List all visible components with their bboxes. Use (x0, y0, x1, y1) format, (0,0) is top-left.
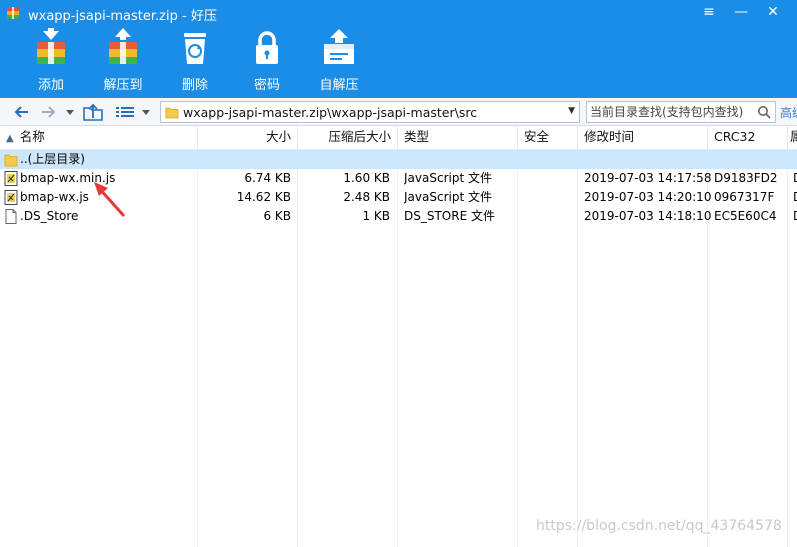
address-bar: wxapp-jsapi-master.zip\wxapp-jsapi-maste… (0, 98, 797, 126)
search-input[interactable] (590, 104, 752, 120)
file-modified: 2019-07-03 14:17:58 (584, 171, 712, 185)
file-type: JavaScript 文件 (404, 171, 492, 185)
self-extract-button[interactable]: 自解压 (304, 28, 374, 94)
password-button[interactable]: 密码 (232, 28, 302, 94)
file-crc32: D9183FD2 (714, 171, 778, 185)
folder-icon (165, 107, 179, 119)
file-crc32: EC5E60C4 (714, 209, 777, 223)
path-dropdown-icon[interactable]: ▼ (568, 106, 575, 116)
ribbon: wxapp-jsapi-master.zip - 好压 ≡ — ✕ 添加 解压到 (0, 0, 797, 98)
file-attributes: D (793, 188, 797, 207)
file-modified: 2019-07-03 14:20:10 (584, 190, 712, 204)
file-crc32: 0967317F (714, 190, 775, 204)
column-header-modified[interactable]: 修改时间 (578, 126, 708, 150)
column-header-size[interactable]: 大小 (198, 126, 298, 150)
minimize-button[interactable]: — (728, 2, 754, 22)
js-file-icon (4, 171, 18, 186)
file-list-header: ▲ 名称 大小 压缩后大小 类型 安全 修改时间 CRC32 属 (0, 126, 797, 150)
add-label: 添加 (37, 78, 64, 93)
menu-button[interactable]: ≡ (696, 2, 722, 22)
annotation-arrow-icon (94, 182, 126, 218)
file-name: bmap-wx.js (20, 190, 89, 204)
file-size: 6.74 KB (244, 171, 291, 185)
self-extract-icon (324, 29, 354, 64)
column-header-compressed[interactable]: 压缩后大小 (298, 126, 398, 150)
sort-ascending-icon: ▲ (6, 133, 14, 144)
haozip-app-icon (7, 7, 19, 19)
advanced-search-link[interactable]: 高级 (780, 104, 797, 121)
lock-icon (256, 31, 278, 64)
file-compressed-size: 1.60 KB (343, 171, 390, 185)
file-modified: 2019-07-03 14:18:10 (584, 209, 712, 223)
column-header-attributes[interactable]: 属 (788, 126, 797, 150)
table-row-parent-dir[interactable]: ..(上层目录) (0, 150, 797, 169)
file-name: .DS_Store (20, 209, 79, 223)
window-title: wxapp-jsapi-master.zip - 好压 (28, 9, 217, 24)
js-file-icon (4, 190, 18, 205)
close-button[interactable]: ✕ (760, 2, 786, 22)
file-attributes: D (793, 207, 797, 226)
file-name: ..(上层目录) (20, 152, 85, 166)
view-dropdown-icon[interactable] (140, 102, 152, 122)
view-list-icon[interactable] (114, 102, 136, 122)
up-folder-icon[interactable] (82, 102, 104, 122)
extract-button[interactable]: 解压到 (88, 28, 158, 94)
self-extract-label: 自解压 (319, 78, 359, 93)
file-attributes: D (793, 169, 797, 188)
history-dropdown-icon[interactable] (64, 102, 76, 122)
delete-label: 删除 (181, 78, 208, 93)
add-button[interactable]: 添加 (16, 28, 86, 94)
file-compressed-size: 2.48 KB (343, 190, 390, 204)
watermark: https://blog.csdn.net/qq_43764578 (536, 518, 782, 534)
file-size: 14.62 KB (236, 190, 291, 204)
file-type: JavaScript 文件 (404, 190, 492, 204)
search-icon[interactable] (757, 105, 771, 119)
file-icon (5, 209, 17, 224)
folder-icon (4, 154, 18, 167)
back-arrow-icon[interactable] (12, 102, 32, 122)
file-type: DS_STORE 文件 (404, 209, 495, 223)
path-text: wxapp-jsapi-master.zip\wxapp-jsapi-maste… (183, 105, 478, 120)
file-compressed-size: 1 KB (362, 209, 390, 223)
recycle-bin-icon (184, 33, 206, 64)
column-header-security[interactable]: 安全 (518, 126, 578, 150)
path-field[interactable]: wxapp-jsapi-master.zip\wxapp-jsapi-maste… (160, 101, 580, 123)
forward-arrow-icon[interactable] (38, 102, 58, 122)
password-label: 密码 (253, 78, 280, 93)
add-archive-icon (37, 28, 65, 64)
column-header-name[interactable]: ▲ 名称 (0, 126, 198, 150)
column-header-type[interactable]: 类型 (398, 126, 518, 150)
column-name-label: 名称 (19, 129, 45, 144)
file-size: 6 KB (263, 209, 291, 223)
delete-button[interactable]: 删除 (160, 28, 230, 94)
search-box (586, 101, 776, 123)
extract-label: 解压到 (103, 78, 143, 93)
column-header-crc32[interactable]: CRC32 (708, 126, 788, 150)
title-bar: wxapp-jsapi-master.zip - 好压 ≡ — ✕ (0, 0, 797, 26)
extract-icon (109, 28, 137, 64)
